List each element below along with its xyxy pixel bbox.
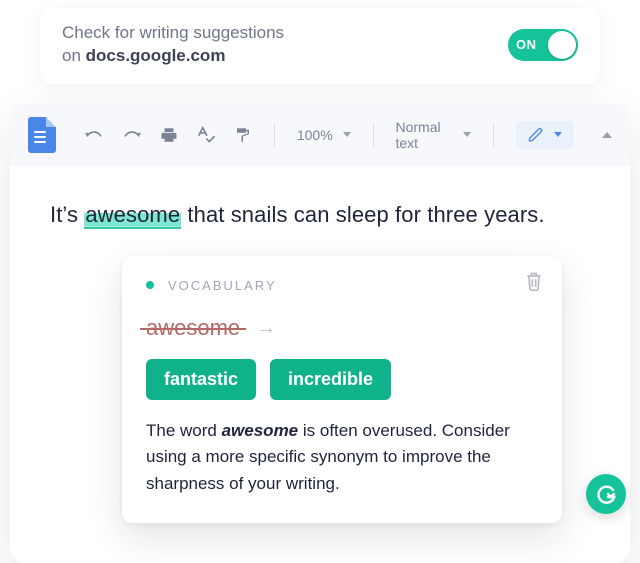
highlighted-word[interactable]: awesome xyxy=(84,202,181,229)
print-icon[interactable] xyxy=(160,126,178,144)
toolbar-divider-2 xyxy=(373,123,374,147)
document-body[interactable]: It’s awesome that snails can sleep for t… xyxy=(10,166,630,523)
grammarly-logo-icon xyxy=(594,482,618,506)
zoom-value: 100% xyxy=(297,127,333,143)
document-sentence[interactable]: It’s awesome that snails can sleep for t… xyxy=(50,202,590,228)
toolbar-divider xyxy=(274,123,275,147)
edit-mode-button[interactable] xyxy=(516,121,574,149)
dismiss-suggestion-button[interactable] xyxy=(524,270,544,297)
chevron-down-icon xyxy=(343,132,351,137)
replacement-chips: fantastic incredible xyxy=(146,359,538,400)
chevron-down-icon xyxy=(554,132,562,137)
original-word: awesome xyxy=(146,315,240,341)
replacement-chip[interactable]: fantastic xyxy=(146,359,256,400)
chevron-down-icon xyxy=(463,132,471,137)
suggestion-category: VOCABULARY xyxy=(168,278,277,293)
collapse-toolbar-button[interactable] xyxy=(602,132,612,138)
explanation-pre: The word xyxy=(146,421,222,440)
extension-text: Check for writing suggestions on docs.go… xyxy=(62,22,284,68)
suggestion-explanation: The word awesome is often overused. Cons… xyxy=(146,418,538,497)
toggle-label: ON xyxy=(516,37,537,52)
toggle-knob xyxy=(548,31,576,59)
editor-toolbar: 100% Normal text xyxy=(10,104,630,166)
suggestion-header: VOCABULARY xyxy=(146,278,538,293)
explanation-word: awesome xyxy=(222,421,299,440)
style-value: Normal text xyxy=(396,119,454,151)
style-dropdown[interactable]: Normal text xyxy=(396,119,472,151)
pencil-icon xyxy=(528,127,544,143)
suggestion-card: VOCABULARY awesome → fantastic incredibl… xyxy=(122,256,562,523)
extension-card: Check for writing suggestions on docs.go… xyxy=(40,8,600,84)
undo-icon[interactable] xyxy=(84,127,104,143)
extension-line2-prefix: on xyxy=(62,46,86,65)
extension-domain: docs.google.com xyxy=(86,46,226,65)
editor-panel: 100% Normal text It’s awesome that snail… xyxy=(10,104,630,563)
extension-line1: Check for writing suggestions xyxy=(62,23,284,42)
category-dot-icon xyxy=(146,281,154,289)
original-word-row: awesome → xyxy=(146,315,538,341)
replacement-chip[interactable]: incredible xyxy=(270,359,391,400)
zoom-dropdown[interactable]: 100% xyxy=(297,127,351,143)
toolbar-history-group xyxy=(84,126,252,144)
trash-icon xyxy=(524,270,544,292)
arrow-right-icon: → xyxy=(256,318,276,338)
grammarly-widget-button[interactable] xyxy=(586,474,626,514)
suggestions-toggle[interactable]: ON xyxy=(508,29,578,61)
docs-app-icon xyxy=(28,117,56,153)
paint-format-icon[interactable] xyxy=(234,126,252,144)
toolbar-divider-3 xyxy=(493,123,494,147)
spellcheck-icon[interactable] xyxy=(196,126,216,144)
sentence-before: It’s xyxy=(50,202,84,227)
sentence-after: that snails can sleep for three years. xyxy=(181,202,544,227)
redo-icon[interactable] xyxy=(122,127,142,143)
